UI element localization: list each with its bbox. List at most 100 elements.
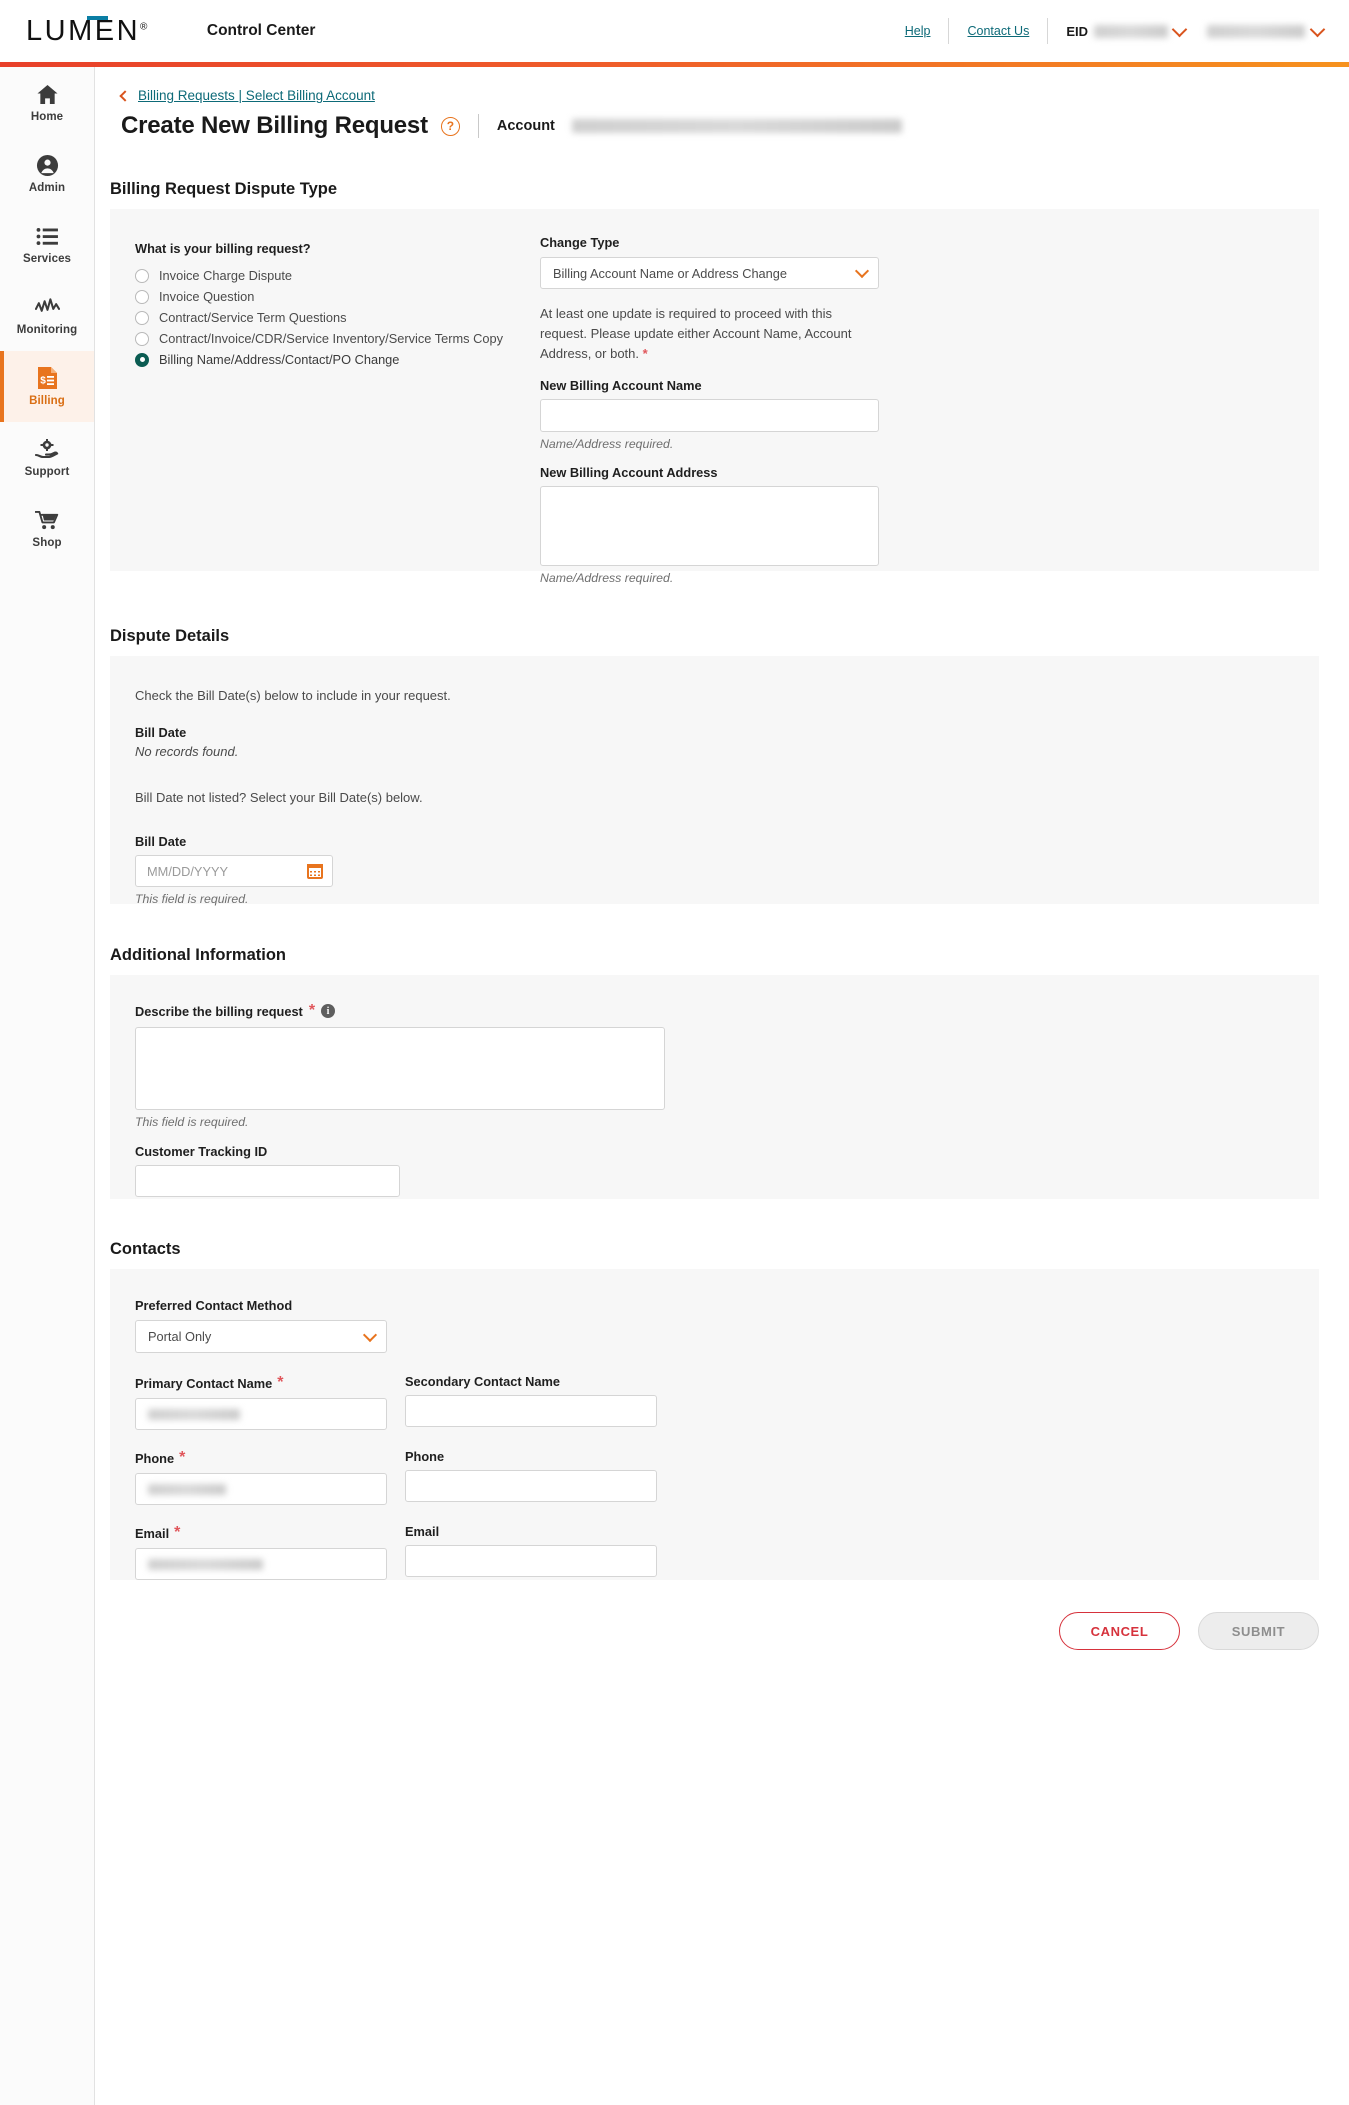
header-right-group: Help Contact Us EID [887,18,1349,44]
describe-billing-request-label: Describe the billing request [135,1003,303,1019]
secondary-contact-name-input[interactable] [405,1395,657,1427]
change-type-notice: At least one update is required to proce… [540,304,858,364]
sidebar-label-admin: Admin [28,182,66,194]
radio-label: Invoice Charge Dispute [159,268,293,283]
account-number-redacted [571,119,902,133]
primary-phone-value-redacted [148,1483,226,1495]
eid-value-redacted [1094,24,1168,38]
primary-phone-label: Phone [135,1450,175,1466]
sidebar-item-billing[interactable]: $ Billing [0,351,94,422]
bill-date-placeholder: MM/DD/YYYY [147,863,229,879]
sidebar-item-monitoring[interactable]: Monitoring [0,280,94,351]
sidebar-item-home[interactable]: Home [0,67,94,138]
chevron-down-icon [362,1327,378,1342]
radio-label: Contract/Invoice/CDR/Service Inventory/S… [159,331,503,346]
contact-email-row: Email * Email [135,1524,657,1580]
page-title-row: Create New Billing Request ? Account [121,112,1349,140]
primary-phone-input[interactable] [135,1473,387,1505]
required-asterisk: * [174,1524,181,1541]
change-type-value: Billing Account Name or Address Change [553,265,788,281]
bill-date-table-header: Bill Date [135,725,187,741]
sidebar-item-support[interactable]: Support [0,422,94,493]
required-asterisk: * [642,346,648,362]
account-selector[interactable] [1197,21,1333,39]
section-title-dispute-details: Dispute Details [110,627,230,645]
describe-label-row: Describe the billing request * i [135,1002,665,1020]
help-link[interactable]: Help [887,24,949,38]
bill-date-label: Bill Date [135,834,187,850]
change-type-select[interactable]: Billing Account Name or Address Change [540,257,879,289]
no-records-found-text: No records found. [135,744,239,760]
lumen-logo[interactable]: LUMEN® [26,15,150,46]
breadcrumb[interactable]: Billing Requests | Select Billing Accoun… [119,88,1349,103]
preferred-contact-method-select[interactable]: Portal Only [135,1320,387,1353]
sidebar-item-admin[interactable]: Admin [0,138,94,209]
change-type-notice-text: At least one update is required to proce… [540,306,852,362]
secondary-phone-input[interactable] [405,1470,657,1502]
radio-circle-icon [135,268,149,283]
customer-tracking-id-input[interactable] [135,1165,400,1197]
required-asterisk: * [179,1449,186,1466]
primary-contact-name-label: Primary Contact Name [135,1375,273,1391]
new-billing-account-name-helper: Name/Address required. [540,437,674,452]
radio-contract-service-term-questions[interactable]: Contract/Service Term Questions [135,307,565,328]
new-billing-account-name-input[interactable] [540,399,879,433]
main-content: Billing Requests | Select Billing Accoun… [95,67,1349,2105]
radio-billing-name-address-contact-po-change[interactable]: Billing Name/Address/Contact/PO Change [135,349,565,370]
describe-billing-request-helper: This field is required. [135,1115,249,1129]
top-header: LUMEN® Control Center Help Contact Us EI… [0,0,1349,62]
radio-circle-selected-icon [135,352,149,367]
info-icon[interactable]: i [321,1004,336,1018]
radio-contract-invoice-cdr-copy[interactable]: Contract/Invoice/CDR/Service Inventory/S… [135,328,565,349]
preferred-contact-method-label: Preferred Contact Method [135,1298,293,1313]
submit-button[interactable]: SUBMIT [1198,1612,1319,1650]
primary-email-input[interactable] [135,1548,387,1580]
panel-dispute-type: What is your billing request? Invoice Ch… [110,209,1319,585]
describe-billing-request-textarea[interactable] [135,1027,665,1110]
contact-us-link[interactable]: Contact Us [949,24,1047,38]
sidebar-item-shop[interactable]: Shop [0,493,94,564]
account-value-redacted [1207,24,1305,38]
new-billing-account-address-helper: Name/Address required. [540,571,674,586]
required-asterisk: * [277,1374,284,1391]
secondary-email-input[interactable] [405,1545,657,1577]
radio-label: Contract/Service Term Questions [159,310,347,325]
bill-date-input[interactable]: MM/DD/YYYY [135,855,333,888]
chevron-left-icon [119,89,131,102]
panel-additional-information: Describe the billing request * i This fi… [110,975,1319,1199]
section-title-dispute-type: Billing Request Dispute Type [110,180,338,198]
list-icon [36,224,59,248]
calendar-icon[interactable] [307,863,323,879]
radio-invoice-charge-dispute[interactable]: Invoice Charge Dispute [135,265,565,286]
new-billing-account-name-label: New Billing Account Name [540,378,702,394]
primary-email-value-redacted [148,1558,263,1570]
contact-phone-row: Phone * Phone [135,1449,657,1505]
sidebar-label-billing: Billing [29,395,65,407]
primary-contact-name-input[interactable] [135,1398,387,1430]
sidebar-item-services[interactable]: Services [0,209,94,280]
sidebar-label-services: Services [22,253,72,265]
check-bill-dates-text: Check the Bill Date(s) below to include … [135,688,451,703]
new-billing-account-address-textarea[interactable] [540,486,879,567]
breadcrumb-label: Billing Requests | Select Billing Accoun… [138,88,375,103]
secondary-contact-name-label: Secondary Contact Name [405,1374,561,1389]
sidebar-label-home: Home [30,111,64,123]
radio-circle-icon [135,289,149,304]
title-divider [477,114,479,138]
logo-accent-bar [86,15,108,20]
customer-tracking-id-label: Customer Tracking ID [135,1144,268,1159]
cancel-button[interactable]: CANCEL [1059,1612,1180,1650]
radio-invoice-question[interactable]: Invoice Question [135,286,565,307]
bill-date-not-listed-text: Bill Date not listed? Select your Bill D… [135,790,423,806]
eid-selector[interactable]: EID [1048,21,1197,39]
bill-date-helper: This field is required. [135,892,249,907]
chevron-down-icon [1309,21,1326,37]
sidebar-nav: Home Admin Services Monitoring $ Billing… [0,67,95,2105]
chevron-down-icon [854,263,870,279]
eid-label: EID [1066,23,1088,39]
page-title: Create New Billing Request [121,112,428,139]
invoice-dollar-icon: $ [37,366,58,390]
panel-contacts: Preferred Contact Method Portal Only Pri… [110,1269,1319,1580]
help-question-icon[interactable]: ? [440,116,460,136]
app-title: Control Center [206,22,316,39]
